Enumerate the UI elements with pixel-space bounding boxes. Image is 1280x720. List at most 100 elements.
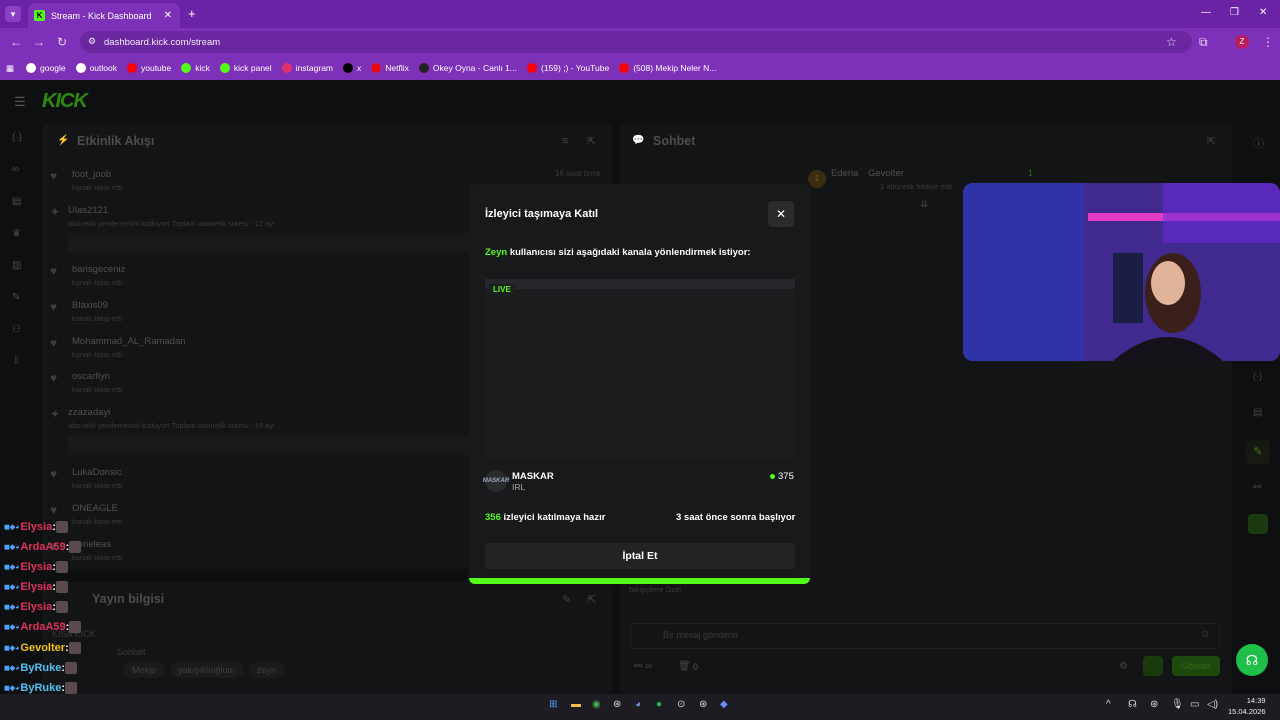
broadcast-icon[interactable]: (·) (1253, 371, 1262, 381)
vscode-icon[interactable]: ◆ (720, 699, 728, 710)
bookmark-star-icon[interactable]: ☆ (1166, 35, 1177, 49)
app-icon[interactable]: ⊙ (677, 699, 685, 710)
close-icon[interactable]: ✕ (768, 201, 794, 227)
bookmark-favicon-icon (619, 63, 630, 73)
profile-avatar[interactable]: Z (1235, 35, 1249, 49)
close-tab-icon[interactable]: ✕ (164, 10, 172, 21)
layers-icon[interactable]: ▤ (1253, 407, 1262, 418)
file-explorer-icon[interactable]: ▬ (571, 699, 581, 710)
bookmark-label: kick (195, 63, 210, 73)
stream-tag[interactable]: zeyn (249, 662, 285, 678)
channel-name[interactable]: MASKAR (512, 471, 554, 482)
clock[interactable]: 14:39 15.04.2026 (1228, 695, 1266, 717)
overlay-chat-line: ◼◆◕ Gevolter : (4, 642, 81, 654)
heart-icon: ♥ (50, 169, 58, 183)
url-input[interactable]: dashboard.kick.com/stream (80, 31, 1192, 53)
back-icon[interactable]: ← (10, 35, 22, 49)
bookmark-label: outlook (89, 63, 117, 73)
popout-icon[interactable]: ⇱ (587, 593, 596, 606)
download-sidebar-icon[interactable]: ⇩ (12, 356, 20, 367)
bookmark-item[interactable]: Netflix (371, 63, 409, 73)
forward-icon[interactable]: → (33, 35, 45, 49)
hamburger-menu-icon[interactable]: ☰ (14, 94, 26, 110)
content-sidebar-icon[interactable]: ▤ (12, 196, 21, 207)
bookmark-item[interactable]: kick panel (219, 63, 272, 73)
activity-username[interactable]: foot_joob (72, 169, 612, 180)
pin-icon[interactable]: ⇊ (920, 199, 928, 210)
mic-tray-icon[interactable]: 🎙 (1171, 699, 1184, 710)
wrench-sidebar-icon[interactable]: ✎ (12, 292, 20, 303)
link-sidebar-icon[interactable]: ∞ (12, 164, 19, 175)
bookmark-item[interactable]: youtube (126, 63, 171, 73)
bookmark-item[interactable]: (508) Mekip Neler N... (619, 63, 716, 73)
tools-icon[interactable]: ✎ (1246, 440, 1270, 464)
browser-tab-active[interactable]: K Stream - Kick Dashboard ✕ (28, 3, 180, 28)
close-window-button[interactable]: ✕ (1259, 7, 1267, 18)
stream-tag[interactable]: yakışıklıoğlum (170, 662, 244, 678)
share-nodes-icon[interactable]: ⚯ (1253, 482, 1261, 493)
support-headset-icon[interactable]: ☊ (1236, 644, 1268, 676)
bookmarks-bar: ▦ google outlook youtube kick kick panel inst… (0, 56, 1280, 80)
share-icon[interactable]: ⚯ ∞ (634, 661, 652, 672)
users-sidebar-icon[interactable]: ⚇ (12, 324, 21, 335)
bookmark-item[interactable]: outlook (75, 63, 117, 73)
filter-icon[interactable]: ≡ (562, 135, 568, 147)
spotify-icon[interactable]: ● (656, 699, 662, 710)
bookmark-item[interactable]: (159) ;) - YouTube (526, 63, 609, 73)
emote-picker-button[interactable] (1143, 656, 1163, 676)
bookmark-label: kick panel (233, 63, 272, 73)
emote-icon[interactable]: ☺ (1200, 629, 1210, 640)
emote-icon (55, 601, 68, 613)
bookmark-item[interactable]: instagram (281, 63, 333, 73)
network-icon[interactable]: ▭ (1190, 699, 1199, 710)
tab-title: Stream - Kick Dashboard (51, 10, 152, 21)
extensions-icon[interactable]: ⧉ (1199, 35, 1208, 50)
top-gifter-badge: 1 (808, 170, 826, 188)
bookmark-item[interactable]: google (26, 63, 66, 73)
send-button[interactable]: Gönder (1172, 656, 1220, 676)
cancel-button[interactable]: İptal Et (485, 543, 795, 569)
discord-icon[interactable]: ◕ (635, 699, 641, 710)
trash-icon[interactable]: 🗑 (678, 661, 691, 672)
new-tab-button[interactable]: + (188, 6, 196, 21)
bookmark-item[interactable]: x (343, 63, 361, 73)
reload-icon[interactable]: ↻ (57, 35, 67, 49)
edit-icon[interactable]: ✎ (562, 593, 571, 606)
minimize-button[interactable]: — (1201, 7, 1211, 18)
app-tile-icon[interactable] (1248, 514, 1268, 534)
chat-bubble-icon: 💬 (632, 135, 645, 146)
bookmark-label: google (40, 63, 66, 73)
trophy-sidebar-icon[interactable]: ♛ (12, 228, 21, 239)
headset-tray-icon[interactable]: ☊ (1128, 699, 1137, 710)
browser-menu-icon[interactable]: ⋮ (1262, 35, 1274, 49)
top-user-2[interactable]: Gevolter (868, 168, 904, 179)
user-badges-icon: ◼◆◕ (4, 685, 20, 692)
info-icon[interactable]: ⓘ (1253, 135, 1264, 151)
tray-chevron-icon[interactable]: ^ (1106, 699, 1111, 710)
layout-sidebar-icon[interactable]: ▥ (12, 260, 21, 271)
popout-icon[interactable]: ⇱ (1207, 135, 1216, 148)
popout-icon[interactable]: ⇱ (587, 135, 596, 148)
start-icon[interactable]: ⊞ (549, 699, 557, 710)
bookmark-favicon-icon (181, 63, 192, 73)
steam-active-icon[interactable]: ⊛ (699, 699, 707, 710)
steam-tray-icon[interactable]: ⊛ (1150, 699, 1158, 710)
site-info-icon[interactable]: ⚙ (88, 36, 96, 47)
chat-title: Sohbet (653, 134, 696, 148)
bookmark-item[interactable]: Okey Oyna - Canlı 1... (418, 63, 517, 73)
tab-search-button[interactable]: ▾ (5, 6, 21, 22)
kick-logo[interactable]: KICK (42, 90, 88, 113)
channel-preview[interactable]: LIVE (485, 279, 795, 459)
volume-icon[interactable]: ◁) (1207, 699, 1218, 710)
settings-icon[interactable]: ⚙ (1119, 661, 1128, 672)
apps-grid-icon[interactable]: ▦ (6, 63, 14, 74)
maximize-button[interactable]: ❐ (1230, 7, 1239, 18)
user-badges-icon: ◼◆◕ (4, 645, 20, 652)
requester-name[interactable]: Zeyn (485, 247, 507, 258)
steam-icon[interactable]: ⊛ (613, 699, 621, 710)
top-user[interactable]: Ederia (831, 168, 858, 179)
chrome-icon[interactable]: ◉ (592, 699, 601, 710)
bookmark-item[interactable]: kick (181, 63, 210, 73)
stream-tag[interactable]: Mekip (124, 662, 165, 678)
stream-sidebar-icon[interactable]: (·) (12, 132, 22, 143)
